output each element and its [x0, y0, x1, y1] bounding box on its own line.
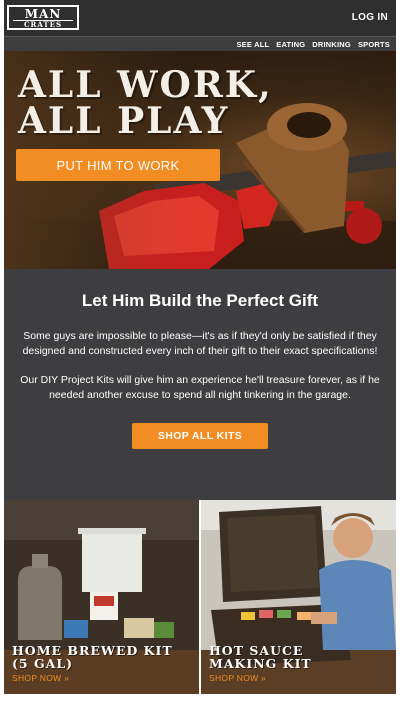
category-nav: SEE ALL EATING DRINKING SPORTS	[4, 36, 396, 51]
home-brew-kit-shop-now-link[interactable]: SHOP NOW »	[12, 673, 69, 683]
hot-sauce-kit-shop-now-link[interactable]: SHOP NOW »	[209, 673, 266, 683]
nav-item-see-all[interactable]: SEE ALL	[236, 40, 269, 49]
logo-line2: CRATES	[13, 20, 73, 29]
shop-all-kits-button[interactable]: SHOP ALL KITS	[132, 423, 268, 449]
logo-line1: MAN	[24, 7, 62, 21]
hero-title-line1: ALL WORK,	[18, 64, 273, 106]
info-paragraph-1: Some guys are impossible to please—it's …	[22, 330, 378, 357]
put-him-to-work-button[interactable]: PUT HIM TO WORK	[16, 149, 220, 181]
hot-sauce-kit-title: HOT SAUCE MAKING KIT	[209, 644, 312, 670]
info-heading: Let Him Build the Perfect Gift	[81, 291, 319, 310]
header-bar: MAN CRATES LOG IN	[4, 0, 396, 36]
man-crates-logo[interactable]: MAN CRATES	[7, 5, 79, 30]
login-link[interactable]: LOG IN	[352, 12, 388, 23]
nav-item-drinking[interactable]: DRINKING	[312, 40, 351, 49]
info-section: Let Him Build the Perfect Gift Some guys…	[4, 269, 396, 500]
product-grid: HOME BREWED KIT (5 GAL) SHOP NOW » HOT S…	[4, 500, 396, 694]
nav-item-eating[interactable]: EATING	[276, 40, 305, 49]
product-tile-home-brew[interactable]: HOME BREWED KIT (5 GAL) SHOP NOW »	[4, 500, 199, 694]
email-page: MAN CRATES LOG IN SEE ALL EATING DRINKIN…	[4, 0, 396, 694]
home-brew-kit-title: HOME BREWED KIT (5 GAL)	[12, 644, 173, 670]
info-paragraph-2: Our DIY Project Kits will give him an ex…	[20, 374, 380, 401]
home-brew-kit-title-line2: (5 GAL)	[12, 656, 74, 671]
hot-sauce-kit-title-line2: MAKING KIT	[209, 656, 312, 671]
product-tile-hot-sauce[interactable]: HOT SAUCE MAKING KIT SHOP NOW »	[201, 500, 396, 694]
hero-title: ALL WORK, ALL PLAY	[18, 67, 273, 139]
hero-title-line2: ALL PLAY	[18, 100, 230, 142]
hero-banner[interactable]: ALL WORK, ALL PLAY PUT HIM TO WORK	[4, 51, 396, 269]
nav-item-sports[interactable]: SPORTS	[358, 40, 390, 49]
